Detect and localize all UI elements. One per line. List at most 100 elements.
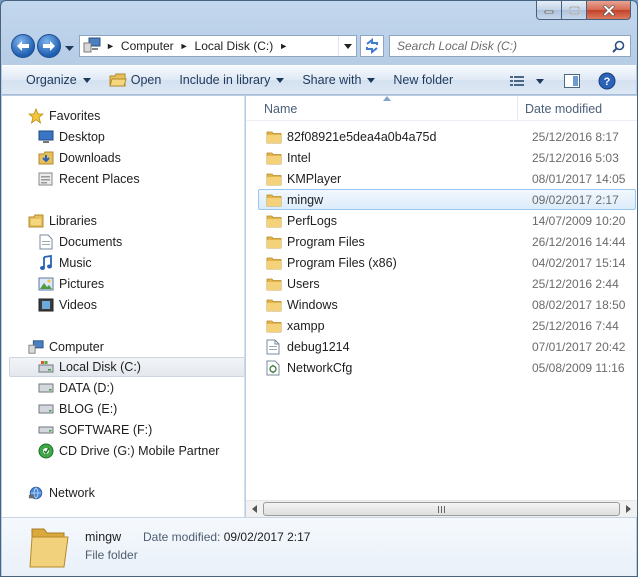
file-name: Windows <box>287 297 338 312</box>
hard-drive-icon <box>38 401 54 417</box>
address-dropdown-button[interactable] <box>338 36 356 56</box>
help-button[interactable]: ? <box>592 69 622 93</box>
recent-pages-button[interactable] <box>65 41 74 55</box>
nav-item-label: Local Disk (C:) <box>59 360 141 374</box>
chevron-down-icon <box>65 46 74 51</box>
file-name: xampp <box>287 318 325 333</box>
file-date: 25/12/2016 7:44 <box>532 318 619 333</box>
file-name: mingw <box>287 192 324 207</box>
file-row[interactable]: debug1214 07/01/2017 20:42 <box>258 336 636 357</box>
nav-item-data-d[interactable]: DATA (D:) <box>2 378 244 398</box>
nav-computer[interactable]: Computer <box>2 337 244 357</box>
folder-icon <box>266 234 282 250</box>
preview-pane-button[interactable] <box>558 69 586 93</box>
sort-ascending-icon <box>383 96 391 101</box>
forward-button[interactable] <box>37 34 61 58</box>
breadcrumb-local-disk[interactable]: Local Disk (C:) <box>192 36 277 56</box>
breadcrumb-separator-icon[interactable]: ► <box>103 41 118 51</box>
close-icon <box>602 4 615 16</box>
file-row-selected[interactable]: mingw 09/02/2017 2:17 <box>258 189 636 210</box>
organize-label: Organize <box>26 73 77 87</box>
folder-icon <box>266 171 282 187</box>
search-box[interactable] <box>389 35 631 57</box>
nav-network[interactable]: Network <box>2 483 244 503</box>
nav-item-local-disk-c[interactable]: Local Disk (C:) <box>9 357 245 377</box>
nav-computer-label: Computer <box>49 340 104 354</box>
nav-item-desktop[interactable]: Desktop <box>2 127 244 147</box>
nav-favorites[interactable]: Favorites <box>2 106 244 126</box>
scroll-right-button[interactable] <box>620 501 637 517</box>
folder-icon <box>28 523 72 572</box>
back-button[interactable] <box>11 34 35 58</box>
nav-item-software-f[interactable]: SOFTWARE (F:) <box>2 420 244 440</box>
nav-item-blog-e[interactable]: BLOG (E:) <box>2 399 244 419</box>
open-folder-icon <box>109 73 127 86</box>
column-header-name[interactable]: Name <box>246 96 517 121</box>
share-with-button[interactable]: Share with <box>293 68 384 92</box>
share-with-label: Share with <box>302 73 362 87</box>
file-row[interactable]: KMPlayer 08/01/2017 14:05 <box>258 168 636 189</box>
help-icon: ? <box>598 72 616 90</box>
breadcrumb-separator-icon[interactable]: ► <box>276 41 291 51</box>
details-date-modified-value: 09/02/2017 2:17 <box>223 530 311 544</box>
desktop-icon <box>38 129 54 145</box>
breadcrumb-computer[interactable]: Computer <box>118 36 177 56</box>
column-header-date-modified[interactable]: Date modified <box>517 96 637 121</box>
maximize-button[interactable] <box>562 1 587 20</box>
view-options-button[interactable] <box>530 69 550 93</box>
close-button[interactable] <box>587 1 631 20</box>
open-button[interactable]: Open <box>100 68 171 92</box>
file-row[interactable]: Program Files 26/12/2016 14:44 <box>258 231 636 252</box>
file-row[interactable]: Intel 25/12/2016 5:03 <box>258 147 636 168</box>
refresh-button[interactable] <box>360 35 384 57</box>
nav-item-music[interactable]: Music <box>2 253 244 273</box>
address-bar[interactable]: ► Computer ► Local Disk (C:) ► <box>79 35 357 57</box>
folder-icon <box>266 213 282 229</box>
file-name: Program Files <box>287 234 365 249</box>
organize-button[interactable]: Organize <box>17 68 100 92</box>
column-header-date-label: Date modified <box>525 101 603 116</box>
change-view-button[interactable] <box>504 69 530 93</box>
search-input[interactable] <box>397 39 612 53</box>
minimize-button[interactable] <box>536 1 562 20</box>
nav-item-cd-drive-g[interactable]: CD Drive (G:) Mobile Partner <box>2 441 244 461</box>
view-list-icon <box>510 76 524 86</box>
file-row[interactable]: Windows 08/02/2017 18:50 <box>258 294 636 315</box>
file-date: 04/02/2017 15:14 <box>532 255 626 270</box>
nav-item-label: Desktop <box>59 130 105 144</box>
nav-item-videos[interactable]: Videos <box>2 295 244 315</box>
file-name: 82f08921e5dea4a0b4a75d <box>287 129 437 144</box>
arrow-left-icon <box>17 41 29 51</box>
file-date: 08/02/2017 18:50 <box>532 297 626 312</box>
details-file-type: File folder <box>85 548 138 562</box>
navigation-pane: Favorites Desktop Downloads Recent Place… <box>2 96 245 517</box>
breadcrumb-separator-icon[interactable]: ► <box>177 41 192 51</box>
file-row[interactable]: Program Files (x86) 04/02/2017 15:14 <box>258 252 636 273</box>
chevron-down-icon <box>276 77 285 83</box>
file-name: Intel <box>287 150 311 165</box>
nav-item-documents[interactable]: Documents <box>2 232 244 252</box>
nav-item-pictures[interactable]: Pictures <box>2 274 244 294</box>
drive-windows-icon <box>38 359 54 375</box>
scroll-left-button[interactable] <box>246 501 263 517</box>
search-icon[interactable] <box>612 40 625 53</box>
file-row[interactable]: xampp 25/12/2016 7:44 <box>258 315 636 336</box>
horizontal-scrollbar[interactable] <box>246 500 637 517</box>
nav-item-downloads[interactable]: Downloads <box>2 148 244 168</box>
chevron-down-icon <box>82 77 91 83</box>
nav-item-recent-places[interactable]: Recent Places <box>2 169 244 189</box>
file-row[interactable]: 82f08921e5dea4a0b4a75d 25/12/2016 8:17 <box>258 126 636 147</box>
file-row[interactable]: PerfLogs 14/07/2009 10:20 <box>258 210 636 231</box>
file-name: NetworkCfg <box>287 360 353 375</box>
new-folder-button[interactable]: New folder <box>384 68 462 92</box>
recent-places-icon <box>38 171 54 187</box>
hard-drive-icon <box>38 380 54 396</box>
include-in-library-button[interactable]: Include in library <box>170 68 293 92</box>
videos-icon <box>38 297 54 313</box>
file-row[interactable]: Users 25/12/2016 2:44 <box>258 273 636 294</box>
file-row[interactable]: NetworkCfg 05/08/2009 11:16 <box>258 357 636 378</box>
scrollbar-thumb[interactable] <box>263 502 620 516</box>
nav-item-label: DATA (D:) <box>59 381 115 395</box>
nav-libraries[interactable]: Libraries <box>2 211 244 231</box>
file-date: 07/01/2017 20:42 <box>532 339 626 354</box>
